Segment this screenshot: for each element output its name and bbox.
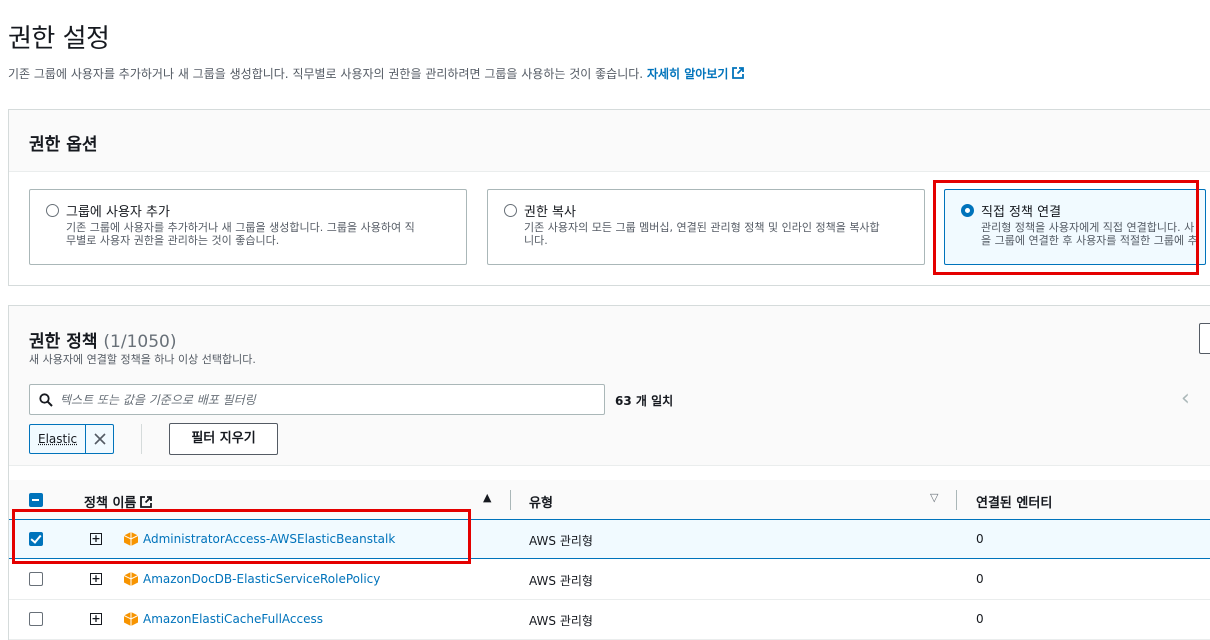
policy-name-link[interactable]: AmazonElastiCacheFullAccess <box>143 612 323 626</box>
option-add-to-group[interactable]: 그룹에 사용자 추가 기존 그룹에 사용자를 추가하거나 새 그룹을 생성합니다… <box>29 189 467 265</box>
option-attach-policies-description: 관리형 정책을 사용자에게 직접 연결합니다. 사 을 그룹에 연결한 후 사용… <box>981 221 1198 247</box>
policy-name-link[interactable]: AmazonDocDB-ElasticServiceRolePolicy <box>143 572 380 586</box>
pagination-previous-button[interactable]: ‹ <box>1181 386 1190 411</box>
option-add-to-group-description: 기존 그룹에 사용자를 추가하거나 새 그룹을 생성합니다. 그룹을 사용하여 … <box>66 221 415 247</box>
option-add-to-group-label: 그룹에 사용자 추가 <box>66 205 170 220</box>
learn-more-label: 자세히 알아보기 <box>646 67 729 81</box>
column-divider <box>510 490 511 510</box>
policy-search-field[interactable] <box>29 384 605 415</box>
policy-type: AWS 관리형 <box>529 534 593 548</box>
external-link-icon <box>732 67 745 79</box>
aws-policy-icon <box>123 572 139 586</box>
learn-more-link[interactable]: 자세히 알아보기 <box>646 67 745 81</box>
option-attach-policies-directly[interactable]: 직접 정책 연결 관리형 정책을 사용자에게 직접 연결합니다. 사 을 그룹에… <box>944 189 1206 265</box>
option-add-to-group-radio[interactable] <box>46 204 59 217</box>
option-attach-policies-label: 직접 정책 연결 <box>981 205 1062 220</box>
table-row[interactable]: + AmazonElastiCacheFullAccess AWS 관리형 0 <box>9 600 1210 640</box>
option-copy-permissions-radio[interactable] <box>504 204 517 217</box>
header-action-button[interactable] <box>1199 323 1210 354</box>
row-checkbox[interactable] <box>29 572 43 586</box>
page-description: 기존 그룹에 사용자를 추가하거나 새 그룹을 생성합니다. 직무별로 사용자의… <box>8 65 745 82</box>
expand-row-button[interactable]: + <box>90 613 102 625</box>
search-icon <box>39 393 53 407</box>
table-row[interactable]: + AdministratorAccess-AWSElasticBeanstal… <box>9 519 1210 559</box>
permission-options-panel: 권한 옵션 그룹에 사용자 추가 기존 그룹에 사용자를 추가하거나 새 그룹을… <box>8 109 1210 286</box>
filter-divider <box>141 424 142 454</box>
aws-policy-icon <box>123 612 139 626</box>
permission-policies-title: 권한 정책 (1/1050) <box>29 327 176 352</box>
page-title: 권한 설정 <box>8 24 110 54</box>
column-header-attached-entities[interactable]: 연결된 엔터티 <box>976 492 1052 511</box>
sort-descending-icon[interactable]: ▽ <box>930 491 938 504</box>
match-count: 63 개 일치 <box>615 394 674 408</box>
policies-count: (1/1050) <box>103 332 177 352</box>
sort-ascending-icon[interactable]: ▲ <box>483 491 491 504</box>
policy-type: AWS 관리형 <box>529 614 593 628</box>
policies-title-text: 권한 정책 <box>29 332 98 352</box>
external-link-icon <box>140 496 153 508</box>
attached-entities-count: 0 <box>976 572 984 586</box>
table-header: 정책 이름 ▲ 유형 ▽ 연결된 엔터티 <box>9 480 1210 520</box>
policy-type: AWS 관리형 <box>529 574 593 588</box>
option-attach-policies-radio[interactable] <box>961 204 974 217</box>
filter-token-remove-button[interactable] <box>85 425 113 453</box>
permission-policies-subtitle: 새 사용자에 연결할 정책을 하나 이상 선택합니다. <box>29 353 256 366</box>
table-row[interactable]: + AmazonDocDB-ElasticServiceRolePolicy A… <box>9 560 1210 600</box>
row-checkbox[interactable] <box>29 532 43 546</box>
filter-token: Elastic <box>29 424 115 454</box>
permission-options-header: 권한 옵션 <box>9 110 1210 172</box>
close-icon <box>94 433 106 445</box>
attached-entities-count: 0 <box>976 612 984 626</box>
filter-token-label[interactable]: Elastic <box>30 425 85 453</box>
column-divider <box>956 490 957 510</box>
clear-filters-button[interactable]: 필터 지우기 <box>169 423 278 455</box>
policy-search-input[interactable] <box>60 389 590 411</box>
expand-row-button[interactable]: + <box>90 533 102 545</box>
column-policy-name-label: 정책 이름 <box>84 496 137 511</box>
option-copy-permissions-description: 기존 사용자의 모든 그룹 멤버십, 연결된 관리형 정책 및 인라인 정책을 … <box>524 221 880 247</box>
page-description-text: 기존 그룹에 사용자를 추가하거나 새 그룹을 생성합니다. 직무별로 사용자의… <box>8 67 644 81</box>
option-copy-permissions-label: 권한 복사 <box>524 205 576 220</box>
attached-entities-count: 0 <box>976 532 984 546</box>
column-header-policy-name[interactable]: 정책 이름 <box>84 492 153 511</box>
permission-options-title: 권한 옵션 <box>29 135 98 155</box>
policy-name-link[interactable]: AdministratorAccess-AWSElasticBeanstalk <box>143 532 395 546</box>
column-header-type[interactable]: 유형 <box>529 492 553 511</box>
aws-policy-icon <box>123 532 139 546</box>
option-copy-permissions[interactable]: 권한 복사 기존 사용자의 모든 그룹 멤버십, 연결된 관리형 정책 및 인라… <box>487 189 925 265</box>
select-all-checkbox[interactable] <box>29 493 43 507</box>
permission-policies-header: 권한 정책 (1/1050) 새 사용자에 연결할 정책을 하나 이상 선택합니… <box>9 306 1210 466</box>
row-checkbox[interactable] <box>29 612 43 626</box>
expand-row-button[interactable]: + <box>90 573 102 585</box>
permission-policies-panel: 권한 정책 (1/1050) 새 사용자에 연결할 정책을 하나 이상 선택합니… <box>8 305 1210 640</box>
